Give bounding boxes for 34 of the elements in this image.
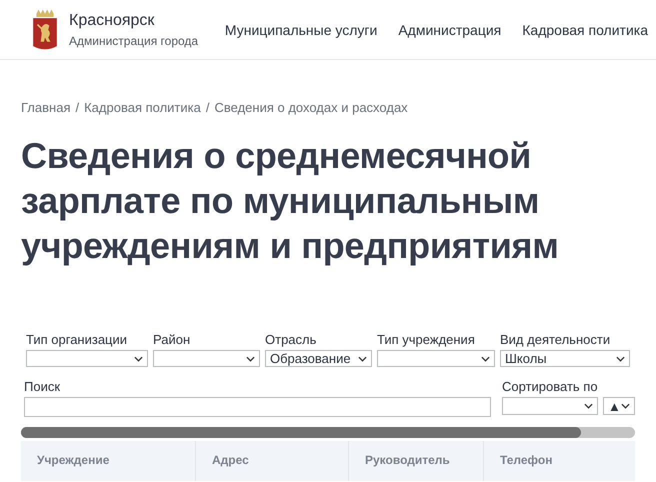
dropdown[interactable]: [377, 350, 495, 367]
nav-link[interactable]: Кадровая политика: [522, 22, 648, 38]
chevron-down-icon: [246, 356, 255, 362]
search-field[interactable]: [24, 397, 491, 417]
dropdown[interactable]: [153, 350, 260, 367]
chevron-down-icon: [134, 356, 143, 362]
field-label: Тип организации: [26, 332, 128, 347]
breadcrumb-separator: /: [75, 100, 80, 115]
field-label: Отрасль: [265, 332, 318, 347]
chevron-down-icon: [584, 403, 593, 409]
dropdown[interactable]: ▲: [603, 397, 635, 415]
dropdown[interactable]: [502, 397, 598, 415]
field-label: Тип учреждения: [377, 332, 476, 347]
nav-link[interactable]: Муниципальные услуги: [224, 22, 378, 38]
dropdown[interactable]: Школы: [500, 350, 630, 367]
breadcrumb-separator: /: [206, 100, 210, 115]
chevron-down-icon: [621, 403, 630, 409]
field-label: Район: [153, 332, 192, 347]
breadcrumb-link[interactable]: Главная: [21, 100, 70, 115]
breadcrumb-link[interactable]: Сведения о доходах и расходах: [214, 100, 408, 115]
city-subtitle: Администрация города: [69, 34, 198, 48]
breadcrumb-link[interactable]: Кадровая политика: [84, 100, 201, 115]
field-label: Сортировать по: [502, 379, 599, 394]
chevron-down-icon: [481, 356, 490, 362]
chevron-down-icon: [358, 356, 367, 362]
field-label: Поиск: [24, 379, 62, 394]
dropdown[interactable]: [26, 350, 148, 367]
coat-of-arms-icon: [31, 8, 59, 52]
page-title: Сведения о среднемесячной зарплате по муниципальным учреждениям и предприятиям: [21, 134, 560, 268]
nav-link[interactable]: Администрация: [398, 22, 502, 38]
field-label: Вид деятельности: [500, 332, 612, 347]
dropdown[interactable]: Образование: [265, 350, 372, 367]
chevron-down-icon: [616, 356, 625, 362]
city-name[interactable]: Красноярск: [69, 12, 198, 30]
